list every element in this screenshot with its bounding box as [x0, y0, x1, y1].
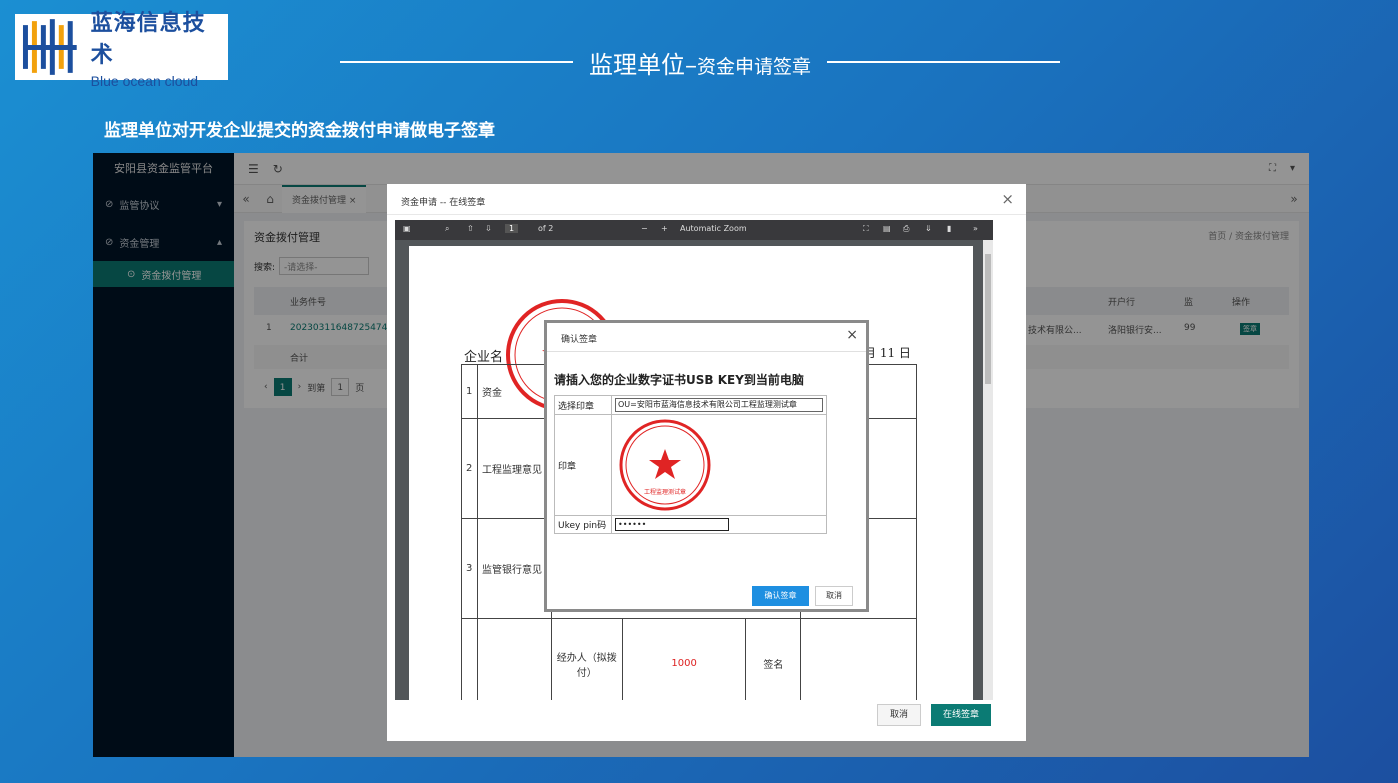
pdf-scrollbar[interactable]	[983, 240, 993, 700]
confirm-sign-button[interactable]: 确认签章	[752, 586, 809, 606]
select-seal-label: 选择印章	[554, 395, 612, 415]
modal-title: 资金申请 -- 在线签章	[401, 198, 486, 208]
doc-row-no: 2	[461, 418, 478, 519]
open-file-icon[interactable]: ▤	[883, 224, 891, 233]
arrow-up-icon[interactable]: ⇧	[467, 224, 474, 233]
pin-input[interactable]: ••••••	[615, 518, 729, 531]
close-icon[interactable]: ×	[846, 327, 858, 343]
doc-handler-amount: 1000	[621, 618, 747, 700]
slide-title-main: 监理单位	[589, 50, 685, 79]
usb-key-message: 请插入您的企业数字证书USB KEY到当前电脑	[554, 373, 804, 387]
print-icon[interactable]: ⎙	[903, 224, 909, 234]
logo-chinese-text: 蓝海信息技术	[90, 11, 206, 68]
title-line-right	[827, 61, 1061, 63]
pin-label: Ukey pin码	[554, 515, 612, 534]
presentation-icon[interactable]: ⛶	[863, 224, 869, 234]
doc-handler-label: 经办人（拟拨付）	[550, 618, 623, 700]
zoom-in-icon[interactable]: +	[661, 224, 668, 233]
doc-row-label: 工程监理意见	[476, 418, 552, 519]
arrow-down-icon[interactable]: ⇩	[485, 224, 492, 233]
modal-cancel-button[interactable]: 取消	[877, 704, 921, 726]
page-count-label: of 2	[538, 224, 554, 233]
slide-title: 监理单位–资金申请签章	[573, 45, 827, 80]
company-logo: 蓝海信息技术 Blue ocean cloud	[15, 11, 228, 89]
page-number-input[interactable]: 1	[505, 224, 519, 233]
tools-icon[interactable]: »	[973, 224, 978, 233]
slide-subtitle: 监理单位对开发企业提交的资金拨付申请做电子签章	[104, 121, 495, 141]
seal-label: 印章	[554, 414, 612, 516]
seal-select[interactable]: OU=安阳市蓝海信息技术有限公司工程监理测试章	[615, 398, 823, 412]
seal-preview-text: 工程监理测试章	[644, 488, 686, 496]
doc-row-no: 3	[461, 518, 478, 619]
app-window: 安阳县资金监管平台 ⊘ 监管协议 ▾ ⊘ 资金管理 ▴ ⊙ 资金拨付管理 ☰ ↻ ⛶…	[93, 153, 1309, 757]
slide-title-bar: 监理单位–资金申请签章	[340, 44, 1061, 80]
slide-title-dash: –	[685, 50, 697, 79]
logo-english-text: Blue ocean cloud	[90, 73, 199, 89]
confirm-dialog-title: 确认签章	[561, 335, 598, 345]
zoom-out-icon[interactable]: −	[641, 224, 648, 233]
modal-divider	[387, 214, 1026, 215]
doc-sign-label: 签名	[745, 618, 802, 700]
zoom-select[interactable]: Automatic Zoom	[680, 224, 747, 233]
search-icon[interactable]: ⌕	[445, 224, 449, 234]
download-icon[interactable]: ⇓	[925, 224, 932, 233]
doc-row-label: 资金	[476, 364, 552, 419]
doc-row-no: 1	[461, 364, 478, 419]
close-icon[interactable]: ×	[1001, 190, 1014, 208]
title-line-left	[340, 61, 573, 63]
confirm-cancel-button[interactable]: 取消	[815, 586, 853, 606]
logo-mark-icon	[22, 19, 77, 75]
confirm-divider	[547, 351, 866, 352]
confirm-sign-dialog: 确认签章 × 请插入您的企业数字证书USB KEY到当前电脑 选择印章 OU=安…	[544, 320, 869, 612]
document-date: 月 11 日	[864, 346, 911, 360]
doc-row-label: 监管银行意见	[476, 518, 552, 619]
slide-title-sub: 资金申请签章	[697, 55, 812, 78]
bookmark-icon[interactable]: ▮	[947, 224, 951, 233]
sidebar-toggle-icon[interactable]: ▣	[403, 224, 411, 233]
seal-preview-icon: 工程监理测试章	[619, 419, 711, 511]
document-company-label: 企业名	[464, 350, 504, 365]
scrollbar-thumb[interactable]	[985, 254, 991, 384]
sign-form-table: 选择印章 OU=安阳市蓝海信息技术有限公司工程监理测试章 印章 工程监理测试章 …	[554, 395, 827, 534]
online-sign-button[interactable]: 在线签章	[931, 704, 991, 726]
pdf-toolbar: ▣ ⌕ ⇧ ⇩ 1 of 2 − + Automatic Zoom ⛶ ▤ ⎙ …	[395, 220, 993, 240]
